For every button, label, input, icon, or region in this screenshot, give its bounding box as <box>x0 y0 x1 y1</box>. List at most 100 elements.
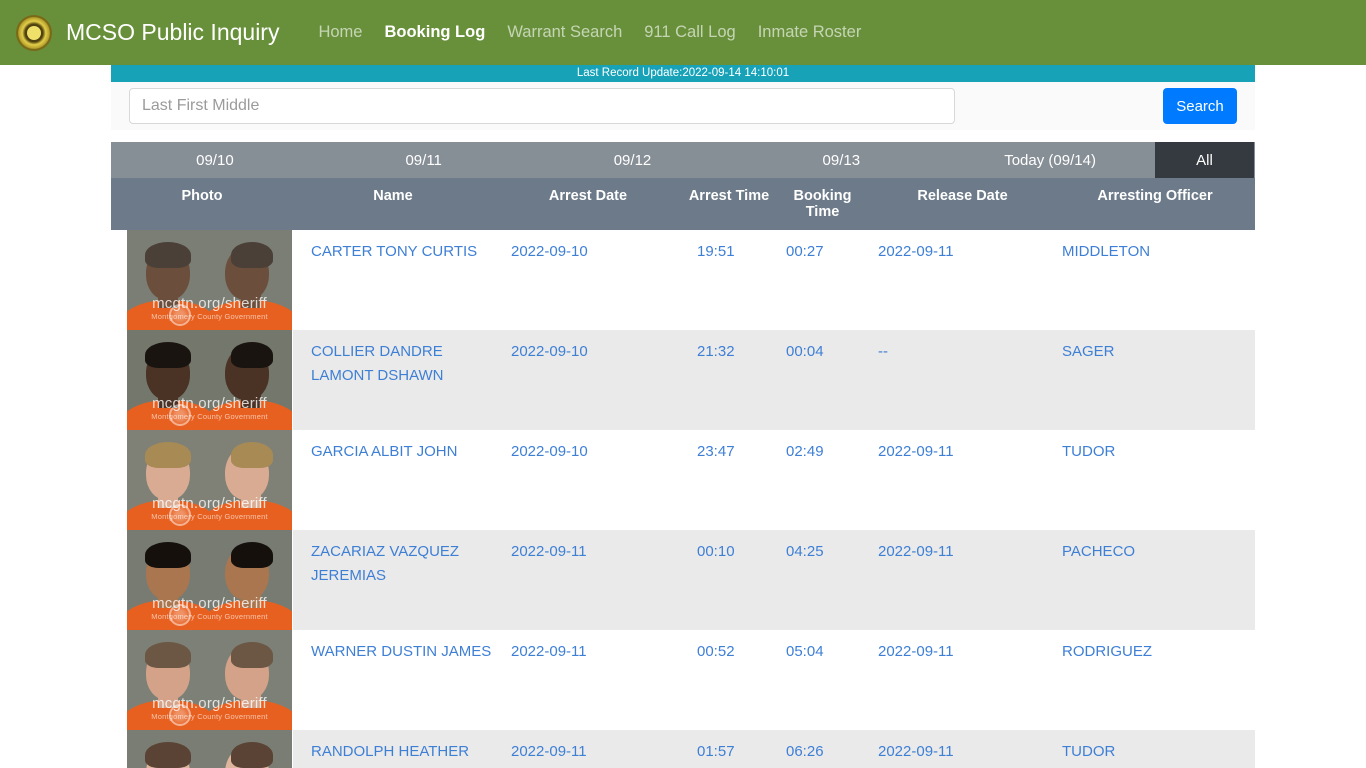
table-row[interactable]: mcgtn.org/sheriffMontgomery County Gover… <box>111 530 1255 630</box>
booking-time-value[interactable]: 05:04 <box>786 643 824 660</box>
arrest-time-value[interactable]: 19:51 <box>697 243 735 260</box>
arrest-date-value[interactable]: 2022-09-10 <box>511 443 588 460</box>
cell-booking-time: 02:49 <box>775 430 870 530</box>
column-header-name[interactable]: Name <box>293 178 493 230</box>
arresting-officer-value[interactable]: SAGER <box>1062 343 1115 360</box>
nav-link-home[interactable]: Home <box>307 23 373 42</box>
date-tab-0912[interactable]: 09/12 <box>528 142 738 178</box>
cell-arresting-officer: RODRIGUEZ <box>1055 630 1255 730</box>
column-header-photo[interactable]: Photo <box>111 178 293 230</box>
date-tab-today[interactable]: Today (09/14) <box>946 142 1155 178</box>
arrest-time-value[interactable]: 23:47 <box>697 443 735 460</box>
cell-release-date: 2022-09-11 <box>870 230 1055 330</box>
arrest-time-value[interactable]: 00:52 <box>697 643 735 660</box>
inmate-name-link[interactable]: ZACARIAZ VAZQUEZ JEREMIAS <box>311 543 459 584</box>
hair-shape <box>231 542 274 568</box>
arrest-date-value[interactable]: 2022-09-11 <box>511 743 587 760</box>
date-tab-0913[interactable]: 09/13 <box>737 142 947 178</box>
cell-photo[interactable]: mcgtn.org/sheriffMontgomery County Gover… <box>111 330 293 430</box>
cell-arresting-officer: TUDOR <box>1055 730 1255 768</box>
column-header-arrest-date[interactable]: Arrest Date <box>493 178 683 230</box>
cell-release-date: 2022-09-11 <box>870 630 1055 730</box>
arrest-date-value[interactable]: 2022-09-10 <box>511 343 588 360</box>
arresting-officer-value[interactable]: PACHECO <box>1062 543 1135 560</box>
nav-link-911-call-log[interactable]: 911 Call Log <box>633 23 746 42</box>
cell-photo[interactable]: mcgtn.org/sheriffMontgomery County Gover… <box>111 530 293 630</box>
cell-name: ZACARIAZ VAZQUEZ JEREMIAS <box>293 530 493 630</box>
arrest-time-value[interactable]: 00:10 <box>697 543 735 560</box>
nav-link-inmate-roster[interactable]: Inmate Roster <box>747 23 873 42</box>
table-row[interactable]: mcgtn.org/sheriffMontgomery County Gover… <box>111 630 1255 730</box>
arresting-officer-value[interactable]: TUDOR <box>1062 443 1115 460</box>
table-row[interactable]: mcgtn.org/sheriffMontgomery County Gover… <box>111 730 1255 768</box>
hair-shape <box>145 642 192 668</box>
mugshot-carter-tony-curtis[interactable]: mcgtn.org/sheriff Montgomery County Gover… <box>127 230 292 330</box>
arrest-date-value[interactable]: 2022-09-11 <box>511 543 587 560</box>
arresting-officer-value[interactable]: RODRIGUEZ <box>1062 643 1152 660</box>
release-date-value[interactable]: 2022-09-11 <box>878 443 954 460</box>
column-header-release-date[interactable]: Release Date <box>870 178 1055 230</box>
mugshot-zacariaz-vazquez-jeremias[interactable]: mcgtn.org/sheriff Montgomery County Gover… <box>127 530 292 630</box>
search-button[interactable]: Search <box>1163 88 1237 124</box>
date-tab-all[interactable]: All <box>1154 142 1255 178</box>
column-header-arrest-time[interactable]: Arrest Time <box>683 178 775 230</box>
cell-arresting-officer: PACHECO <box>1055 530 1255 630</box>
release-date-value[interactable]: 2022-09-11 <box>878 243 954 260</box>
date-filter-tabs: 09/10 09/11 09/12 09/13 Today (09/14) Al… <box>111 142 1255 178</box>
inmate-name-link[interactable]: RANDOLPH HEATHER ASHLEY <box>311 743 469 768</box>
arrest-time-value[interactable]: 21:32 <box>697 343 735 360</box>
mugshot-garcia-albit-john[interactable]: mcgtn.org/sheriff Montgomery County Gover… <box>127 430 292 530</box>
mugshot-side-view <box>209 530 292 630</box>
inmate-name-link[interactable]: CARTER TONY CURTIS <box>311 243 477 260</box>
table-body: mcgtn.org/sheriff Montgomery County Gover… <box>111 230 1255 768</box>
hair-shape <box>145 442 192 468</box>
table-row[interactable]: mcgtn.org/sheriffMontgomery County Gover… <box>111 330 1255 430</box>
column-header-arresting-officer[interactable]: Arresting Officer <box>1055 178 1255 230</box>
release-date-value[interactable]: 2022-09-11 <box>878 643 954 660</box>
cell-photo[interactable]: mcgtn.org/sheriffMontgomery County Gover… <box>111 230 293 330</box>
mugshot-side-view <box>209 430 292 530</box>
arrest-date-value[interactable]: 2022-09-10 <box>511 243 588 260</box>
cell-name: COLLIER DANDRE LAMONT DSHAWN <box>293 330 493 430</box>
mugshot-warner-dustin-james[interactable]: mcgtn.org/sheriff Montgomery County Gover… <box>127 630 292 730</box>
mugshot-side-view <box>209 330 292 430</box>
top-navbar: MCSO Public Inquiry Home Booking Log War… <box>0 0 1366 65</box>
booking-time-value[interactable]: 02:49 <box>786 443 824 460</box>
date-tab-0910[interactable]: 09/10 <box>111 142 320 178</box>
cell-arrest-date: 2022-09-10 <box>493 330 683 430</box>
arrest-time-value[interactable]: 01:57 <box>697 743 735 760</box>
mugshot-front-view <box>127 630 210 730</box>
booking-time-value[interactable]: 00:04 <box>786 343 824 360</box>
column-header-booking-time[interactable]: Booking Time <box>775 178 870 230</box>
cell-booking-time: 00:04 <box>775 330 870 430</box>
table-row[interactable]: mcgtn.org/sheriffMontgomery County Gover… <box>111 230 1255 330</box>
inmate-name-link[interactable]: GARCIA ALBIT JOHN <box>311 443 457 460</box>
inmate-name-link[interactable]: COLLIER DANDRE LAMONT DSHAWN <box>311 343 444 384</box>
cell-arrest-time: 21:32 <box>683 330 775 430</box>
booking-time-value[interactable]: 00:27 <box>786 243 824 260</box>
release-date-value[interactable]: -- <box>878 343 888 360</box>
arresting-officer-value[interactable]: TUDOR <box>1062 743 1115 760</box>
release-date-value[interactable]: 2022-09-11 <box>878 743 954 760</box>
booking-time-value[interactable]: 04:25 <box>786 543 824 560</box>
nav-link-booking-log[interactable]: Booking Log <box>373 23 496 42</box>
arresting-officer-value[interactable]: MIDDLETON <box>1062 243 1150 260</box>
cell-booking-time: 00:27 <box>775 230 870 330</box>
date-tab-0911[interactable]: 09/11 <box>319 142 529 178</box>
cell-photo[interactable]: mcgtn.org/sheriffMontgomery County Gover… <box>111 730 293 768</box>
cell-arrest-time: 01:57 <box>683 730 775 768</box>
table-row[interactable]: mcgtn.org/sheriffMontgomery County Gover… <box>111 430 1255 530</box>
cell-photo[interactable]: mcgtn.org/sheriffMontgomery County Gover… <box>111 630 293 730</box>
mugshot-collier-dandre-lamont-dshawn[interactable]: mcgtn.org/sheriff Montgomery County Gover… <box>127 330 292 430</box>
release-date-value[interactable]: 2022-09-11 <box>878 543 954 560</box>
mugshot-randolph-heather-ashley[interactable]: mcgtn.org/sheriffMontgomery County Gover… <box>127 730 292 768</box>
cell-name: WARNER DUSTIN JAMES <box>293 630 493 730</box>
nav-link-warrant-search[interactable]: Warrant Search <box>496 23 633 42</box>
cell-arresting-officer: TUDOR <box>1055 430 1255 530</box>
inmate-name-link[interactable]: WARNER DUSTIN JAMES <box>311 643 491 660</box>
cell-photo[interactable]: mcgtn.org/sheriffMontgomery County Gover… <box>111 430 293 530</box>
cell-arrest-date: 2022-09-11 <box>493 730 683 768</box>
arrest-date-value[interactable]: 2022-09-11 <box>511 643 587 660</box>
search-input[interactable] <box>129 88 955 124</box>
booking-time-value[interactable]: 06:26 <box>786 743 824 760</box>
